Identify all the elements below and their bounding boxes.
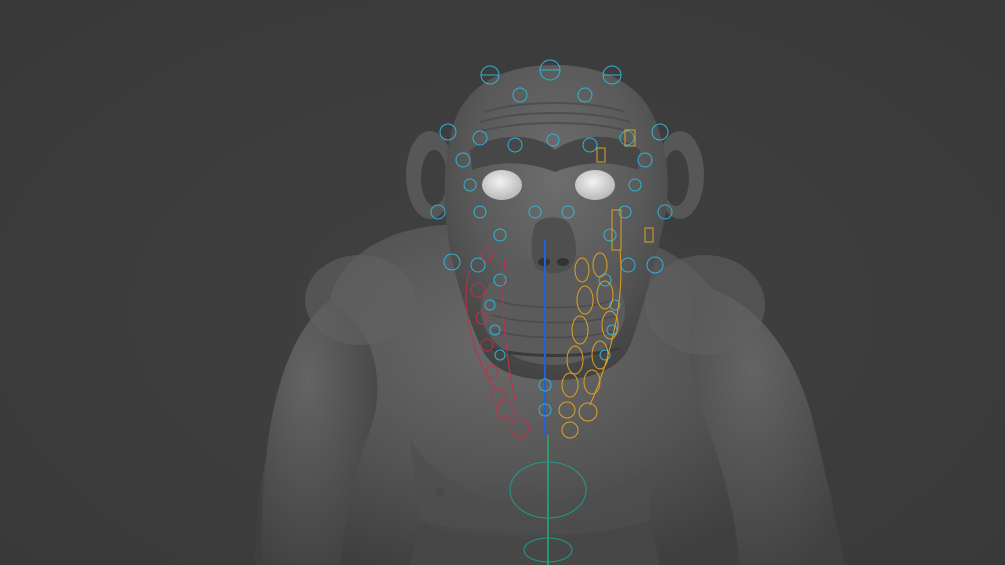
eye-right [575,170,615,200]
viewport-canvas[interactable] [0,0,1005,565]
nose [531,217,576,274]
shoulder-left [305,255,415,345]
eye-left [482,170,522,200]
shoulder-right [645,255,765,355]
ear-left-inner [421,150,447,206]
3d-viewport[interactable] [0,0,1005,565]
nipple-left [435,487,445,497]
nipple-right [653,495,663,505]
nostril-right [557,258,569,266]
